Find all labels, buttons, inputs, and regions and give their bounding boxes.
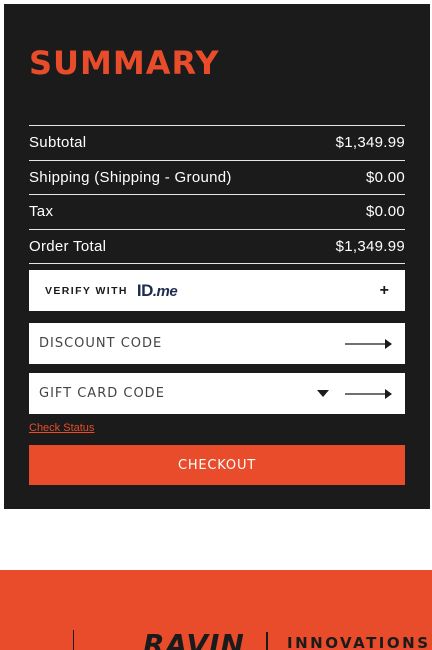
footer-divider-line [73, 630, 74, 650]
summary-row-value: $0.00 [365, 203, 405, 221]
verify-idme-label-group: VERIFY WITH ID.me [45, 280, 178, 301]
plus-icon[interactable]: + [380, 282, 389, 299]
summary-row-value: $1,349.99 [335, 134, 405, 152]
summary-title: SUMMARY [29, 44, 220, 82]
gift-card-controls [317, 388, 393, 400]
gift-card-code-input[interactable] [39, 378, 259, 409]
summary-row-label: Subtotal [29, 134, 87, 152]
idme-logo-text: ID [136, 280, 154, 300]
summary-row-tax: Tax $0.00 [29, 195, 405, 230]
footer-tagline: INNOVATIONS [287, 634, 431, 650]
arrow-right-icon[interactable] [345, 338, 393, 350]
footer-logo-divider [266, 632, 268, 650]
verify-idme-toggle[interactable]: VERIFY WITH ID.me + [29, 270, 405, 311]
summary-row-label: Order Total [29, 237, 107, 255]
idme-logo-suffix: .me [152, 282, 178, 300]
checkout-button[interactable]: CHECKOUT [29, 445, 405, 485]
summary-rows: Subtotal $1,349.99 Shipping (Shipping - … [29, 125, 405, 264]
summary-row-value: $1,349.99 [335, 237, 405, 255]
gift-card-code-field [29, 373, 405, 414]
summary-row-label: Shipping (Shipping - Ground) [29, 168, 232, 186]
footer: RAVIN INNOVATIONS [0, 570, 432, 650]
summary-row-shipping: Shipping (Shipping - Ground) $0.00 [29, 161, 405, 195]
discount-code-input[interactable] [39, 328, 259, 359]
summary-row-subtotal: Subtotal $1,349.99 [29, 126, 405, 161]
chevron-down-icon[interactable] [317, 389, 329, 398]
idme-logo: ID.me [136, 280, 178, 301]
check-status-link[interactable]: Check Status [29, 422, 94, 434]
summary-row-value: $0.00 [365, 168, 405, 186]
arrow-right-icon[interactable] [345, 388, 393, 400]
summary-row-order-total: Order Total $1,349.99 [29, 230, 405, 264]
footer-logo[interactable]: RAVIN [143, 628, 245, 650]
verify-with-label: VERIFY WITH [45, 284, 128, 297]
discount-code-field [29, 323, 405, 364]
summary-row-label: Tax [29, 203, 54, 221]
order-summary-panel: SUMMARY Subtotal $1,349.99 Shipping (Shi… [4, 4, 430, 509]
